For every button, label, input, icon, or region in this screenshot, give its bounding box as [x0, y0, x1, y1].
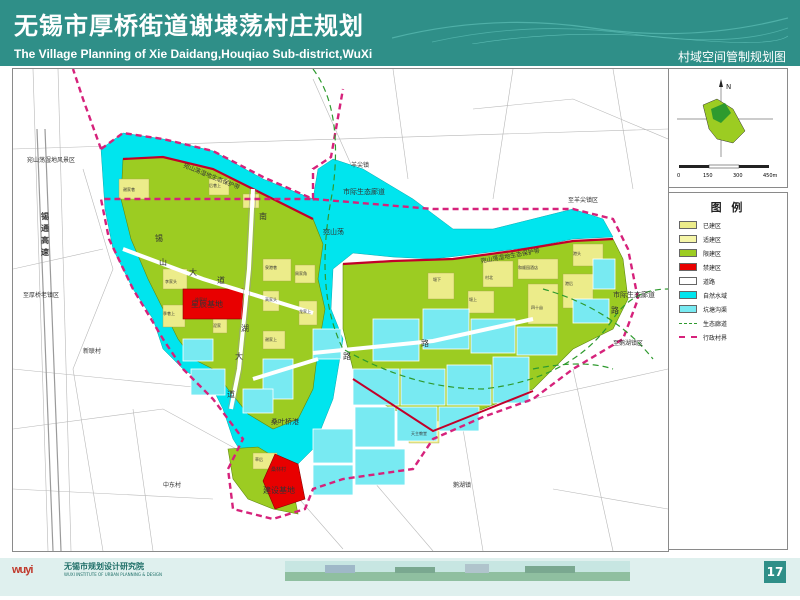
label-road-3: 路 — [611, 305, 619, 315]
legend-item-built: 已建区 — [679, 219, 721, 231]
label-eco-corridor-east: 市际生态廊道 — [613, 290, 655, 299]
legend-title: 图 例 — [710, 201, 746, 214]
label-bridge-road-4: 道 — [227, 389, 235, 399]
institute-name-english: WUXI INSTITUTE OF URBAN PLANNING & DESIG… — [64, 572, 162, 577]
label-houqiao-old: 至厚桥老镇区 — [23, 291, 59, 299]
label-expressway-4: 速 — [41, 247, 49, 257]
label-village-a: 谢家巷 — [123, 186, 135, 192]
label-village-c: 周家角 — [295, 270, 307, 276]
page-number: 17 — [764, 561, 786, 583]
footer: wuyi 无锡市规划设计研究院 WUXI INSTITUTE OF URBAN … — [0, 553, 800, 600]
legend-item-ponds: 坑塘沟渠 — [679, 303, 727, 315]
scale-label-450: 450m — [763, 173, 778, 179]
legend-item-natural-water: 自然水域 — [679, 289, 727, 301]
label-expressway-2: 通 — [41, 223, 49, 233]
institute-name: 无锡市规划设计研究院 — [64, 562, 144, 571]
label-expressway-1: 锡 — [41, 211, 49, 221]
locator-map: N 0 150 300 450m — [677, 79, 778, 179]
label-eco-corridor-north: 市际生态廊道 — [343, 187, 385, 196]
page-title: 无锡市厚桥街道谢埭荡村庄规划 — [14, 12, 364, 40]
header-banner: 无锡市厚桥街道谢埭荡村庄规划 The Village Planning of X… — [0, 0, 800, 66]
label-avenue-4: 道 — [217, 275, 225, 285]
locator-panel: N 0 150 300 450m — [668, 68, 788, 188]
expressway — [36, 128, 62, 551]
scale-bar: 0 150 300 450m — [677, 164, 778, 179]
label-bridge-road-2: 湖 — [241, 324, 249, 333]
map-view[interactable]: 宛山荡湿地风景区 宛山荡 羊尖镇 市际生态廊道 市际生态廊道 至羊尖镇区 锡 通… — [12, 68, 669, 552]
label-hehu-town: 鹅湖镇 — [453, 481, 471, 489]
label-to-hehu: 至鹅湖镇区 — [613, 339, 643, 347]
legend-panel: 图 例 已建区 适建区 限建区 禁建区 道路 自然水域 坑塘沟渠 生态廊道 行政… — [668, 192, 788, 550]
label-xieyu-port: 桑叶桥港 — [271, 417, 299, 426]
label-village-r: 泥家 — [213, 322, 221, 328]
label-village-j: 村北 — [485, 274, 493, 280]
scale-label-300: 300 — [733, 173, 743, 179]
label-expressway-3: 高 — [41, 235, 49, 245]
legend-item-suitable: 适建区 — [679, 233, 721, 245]
legend-swatch — [679, 221, 697, 229]
label-avenue-3: 大 — [189, 267, 197, 277]
label-wanshan-lake: 宛山荡 — [323, 227, 344, 236]
legend-item-restricted: 限建区 — [679, 247, 721, 259]
north-arrow-icon — [719, 79, 723, 87]
label-village-q: 堰上 — [469, 296, 477, 302]
side-panels: N 0 150 300 450m 图 例 已建区 适建区 限建区 禁建区 道路 … — [668, 68, 788, 550]
map-canvas: 宛山荡湿地风景区 宛山荡 羊尖镇 市际生态廊道 市际生态廊道 至羊尖镇区 锡 通… — [13, 69, 668, 551]
label-village-n: 徐家村 — [195, 296, 207, 302]
legend-swatch — [679, 291, 697, 299]
label-avenue-1: 锡 — [155, 234, 163, 243]
scale-label-0: 0 — [677, 173, 680, 179]
legend-item-eco-corridor: 生态廊道 — [679, 317, 727, 329]
north-label: N — [726, 83, 731, 91]
label-village-b: 泉港巷 — [265, 264, 277, 270]
label-xinxu-village: 新联村 — [83, 347, 101, 355]
header-decoration — [392, 17, 788, 44]
label-sanglin: 桑林村 — [271, 466, 286, 473]
label-road-2: 路 — [421, 338, 429, 348]
photo-strip — [285, 561, 630, 581]
label-to-yangjian: 至羊尖镇区 — [568, 196, 598, 204]
legend-item-road: 道路 — [679, 275, 715, 287]
legend-item-admin-boundary: 行政村界 — [679, 331, 727, 343]
legend-swatch — [679, 322, 697, 324]
label-village-t: 草后 — [255, 456, 263, 462]
label-bridge-road-1: 南 — [259, 211, 267, 221]
label-village-h: 谢家上 — [265, 336, 277, 342]
legend-swatch — [679, 277, 697, 285]
label-zhongdong-village: 中东村 — [163, 481, 181, 489]
label-village-i: 堰下 — [433, 276, 441, 282]
label-red-block-2: 建设基地 — [263, 485, 295, 495]
label-village-l: 港后 — [565, 280, 573, 286]
label-village-d: 高家头 — [265, 296, 277, 302]
institute-logo: wuyi — [12, 564, 33, 576]
label-yangjian-town: 羊尖镇 — [351, 161, 369, 169]
label-village-s: 后巷上 — [209, 182, 221, 188]
label-village-o: 天主教堂 — [411, 430, 427, 436]
label-avenue-2: 山 — [159, 257, 167, 267]
label-village-k: 港头 — [573, 250, 581, 256]
label-road-1: 路 — [343, 351, 351, 361]
label-village-g: 龙家上 — [299, 308, 311, 314]
label-village-m: 四十亩 — [531, 304, 543, 310]
legend-item-prohibited: 禁建区 — [679, 261, 721, 273]
page: 无锡市厚桥街道谢埭荡村庄规划 The Village Planning of X… — [0, 0, 800, 600]
page-title-english: The Village Planning of Xie Daidang,Houq… — [14, 47, 373, 61]
label-scenic-area: 宛山荡湿地风景区 — [27, 156, 75, 164]
label-village-f: 季巷上 — [163, 310, 175, 316]
label-village-p: 和顺园酒店 — [518, 264, 538, 270]
map-subtitle: 村域空间管制规划图 — [677, 50, 786, 64]
label-bridge-road-3: 大 — [235, 351, 243, 361]
legend-swatch — [679, 336, 697, 338]
scale-label-150: 150 — [703, 173, 713, 179]
legend-swatch — [679, 235, 697, 243]
legend-swatch — [679, 263, 697, 271]
legend-swatch — [679, 249, 697, 257]
legend-swatch — [679, 305, 697, 313]
label-village-e: 李家头 — [165, 278, 177, 284]
